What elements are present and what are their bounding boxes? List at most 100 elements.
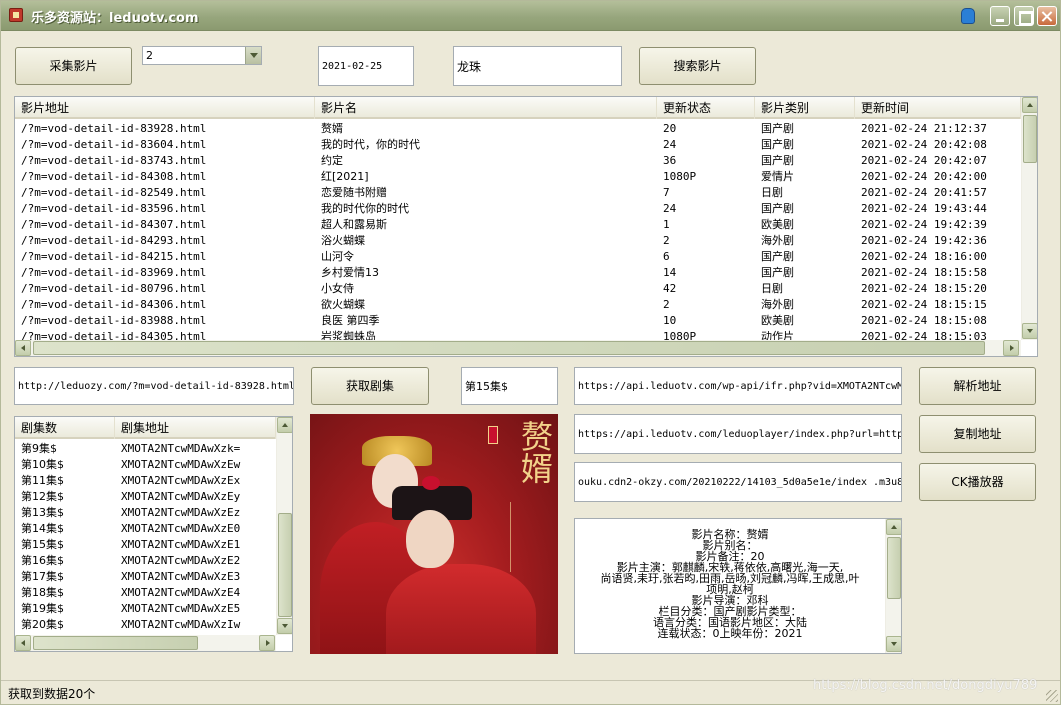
table-row[interactable]: /?m=vod-detail-id-83743.html 约定 36 国产剧 2021-… <box>15 153 1021 169</box>
m3u8-url-input[interactable]: ouku.cdn2-okzy.com/20210222/14103_5d0a5e… <box>574 462 902 502</box>
poster-figure-groom <box>386 564 536 654</box>
cell-status: 2 <box>663 234 670 247</box>
table-row[interactable]: /?m=vod-detail-id-84308.html 红[2021] 1080P… <box>15 169 1021 185</box>
list-item[interactable]: 第19集$ XMOTA2NTcwMDAwXzE5 <box>15 601 276 617</box>
scroll-thumb[interactable] <box>278 513 292 617</box>
pin-icon[interactable] <box>961 8 975 24</box>
list-item[interactable]: 第20集$ XMOTA2NTcwMDAwXzIw <box>15 617 276 633</box>
scroll-down-arrow-icon[interactable] <box>1022 323 1037 339</box>
cell-episode: 第12集$ <box>21 490 64 503</box>
info-vscroll[interactable] <box>885 519 901 653</box>
cell-episode-url: XMOTA2NTcwMDAwXzE5 <box>121 602 241 615</box>
cell-time: 2021-02-24 20:42:07 <box>861 154 987 167</box>
cell-url: /?m=vod-detail-id-83604.html <box>21 138 207 151</box>
column-header-episode-url[interactable]: 剧集地址 <box>115 417 276 439</box>
table-row[interactable]: /?m=vod-detail-id-83604.html 我的时代，你的时代 24 国… <box>15 137 1021 153</box>
cell-episode-url: XMOTA2NTcwMDAwXzEz <box>121 506 241 519</box>
movie-info-text: 影片名称：赘婿 影片别名： 影片备注：20 影片主演：郭麒麟,宋轶,蒋依依,高曙光,海… <box>575 529 885 639</box>
table-row[interactable]: /?m=vod-detail-id-84215.html 山河令 6 国产剧 2021-… <box>15 249 1021 265</box>
scroll-left-arrow-icon[interactable] <box>15 635 31 651</box>
date-input[interactable]: 2021-02-25 <box>318 46 414 86</box>
table-row[interactable]: /?m=vod-detail-id-84306.html 欲火蝴蝶 2 海外剧 2021… <box>15 297 1021 313</box>
list-item[interactable]: 第14集$ XMOTA2NTcwMDAwXzE0 <box>15 521 276 537</box>
search-input[interactable]: 龙珠 <box>453 46 622 86</box>
episode-list-vscroll[interactable] <box>276 417 292 635</box>
list-item[interactable]: 第16集$ XMOTA2NTcwMDAwXzE2 <box>15 553 276 569</box>
page-select[interactable]: 2 <box>142 46 262 65</box>
cell-status: 7 <box>663 186 670 199</box>
scroll-thumb[interactable] <box>33 341 985 355</box>
movie-info-box[interactable]: 影片名称：赘婿 影片别名： 影片备注：20 影片主演：郭麒麟,宋轶,蒋依依,高曙光,海… <box>574 518 902 654</box>
cell-episode-url: XMOTA2NTcwMDAwXzk= <box>121 442 241 455</box>
list-item[interactable]: 第17集$ XMOTA2NTcwMDAwXzE3 <box>15 569 276 585</box>
get-episodes-button[interactable]: 获取剧集 <box>311 367 429 405</box>
list-item[interactable]: 第13集$ XMOTA2NTcwMDAwXzEz <box>15 505 276 521</box>
copy-address-button[interactable]: 复制地址 <box>919 415 1036 453</box>
cell-url: /?m=vod-detail-id-80796.html <box>21 282 207 295</box>
maximize-button[interactable] <box>1014 6 1034 26</box>
column-header-status[interactable]: 更新状态 <box>657 97 755 119</box>
scroll-down-arrow-icon[interactable] <box>886 636 901 652</box>
table-row[interactable]: /?m=vod-detail-id-83969.html 乡村爱情13 14 国产剧 2… <box>15 265 1021 281</box>
episode-list[interactable]: 剧集数 剧集地址 第9集$ XMOTA2NTcwMDAwXzk= 第10集$ XMOT… <box>14 416 293 652</box>
column-header-category[interactable]: 影片类别 <box>755 97 855 119</box>
title-bar[interactable]: 乐多资源站：leduotv.com <box>1 1 1060 31</box>
poster-title: 赘婿 <box>516 420 554 484</box>
cell-status: 6 <box>663 250 670 263</box>
cell-name: 我的时代，你的时代 <box>321 138 420 151</box>
cell-name: 良医 第四季 <box>321 314 380 327</box>
table-row[interactable]: /?m=vod-detail-id-83596.html 我的时代你的时代 24 国产… <box>15 201 1021 217</box>
api-url-input-2[interactable]: https://api.leduotv.com/leduoplayer/inde… <box>574 414 902 454</box>
list-item[interactable]: 第11集$ XMOTA2NTcwMDAwXzEx <box>15 473 276 489</box>
movie-list-hscroll[interactable] <box>15 340 1021 356</box>
list-item[interactable]: 第12集$ XMOTA2NTcwMDAwXzEy <box>15 489 276 505</box>
scroll-right-arrow-icon[interactable] <box>1003 340 1019 356</box>
cell-name: 小女侍 <box>321 282 354 295</box>
scroll-up-arrow-icon[interactable] <box>886 519 901 535</box>
scroll-left-arrow-icon[interactable] <box>15 340 31 356</box>
table-row[interactable]: /?m=vod-detail-id-84307.html 超人和露易斯 1 欧美剧 20… <box>15 217 1021 233</box>
scroll-thumb[interactable] <box>33 636 198 650</box>
scroll-up-arrow-icon[interactable] <box>277 417 292 433</box>
cell-episode-url: XMOTA2NTcwMDAwXzIw <box>121 618 241 631</box>
table-row[interactable]: /?m=vod-detail-id-80796.html 小女侍 42 日剧 2021-… <box>15 281 1021 297</box>
detail-url-input[interactable]: http://leduozy.com/?m=vod-detail-id-8392… <box>14 367 294 405</box>
cell-episode-url: XMOTA2NTcwMDAwXzE0 <box>121 522 241 535</box>
close-button[interactable] <box>1037 6 1057 26</box>
parse-address-button[interactable]: 解析地址 <box>919 367 1036 405</box>
cell-time: 2021-02-24 19:42:36 <box>861 234 987 247</box>
cell-episode: 第9集$ <box>21 442 57 455</box>
search-movies-button[interactable]: 搜索影片 <box>639 47 756 85</box>
movie-list-vscroll[interactable] <box>1021 97 1037 340</box>
table-row[interactable]: /?m=vod-detail-id-83988.html 良医 第四季 10 欧美剧 2… <box>15 313 1021 329</box>
column-header-url[interactable]: 影片地址 <box>15 97 315 119</box>
scroll-right-arrow-icon[interactable] <box>259 635 275 651</box>
column-header-time[interactable]: 更新时间 <box>855 97 1021 119</box>
cell-url: /?m=vod-detail-id-84293.html <box>21 234 207 247</box>
list-item[interactable]: 第15集$ XMOTA2NTcwMDAwXzE1 <box>15 537 276 553</box>
column-header-name[interactable]: 影片名 <box>315 97 657 119</box>
scroll-down-arrow-icon[interactable] <box>277 618 292 634</box>
table-row[interactable]: /?m=vod-detail-id-82549.html 恋爱随书附赠 7 日剧 202… <box>15 185 1021 201</box>
list-item[interactable]: 第9集$ XMOTA2NTcwMDAwXzk= <box>15 441 276 457</box>
list-item[interactable]: 第18集$ XMOTA2NTcwMDAwXzE4 <box>15 585 276 601</box>
ck-player-button[interactable]: CK播放器 <box>919 463 1036 501</box>
movie-list-header: 影片地址 影片名 更新状态 影片类别 更新时间 <box>15 97 1021 119</box>
table-row[interactable]: /?m=vod-detail-id-83928.html 赘婿 20 国产剧 2021-… <box>15 121 1021 137</box>
scroll-thumb[interactable] <box>1023 115 1037 163</box>
poster-credits <box>510 502 530 572</box>
cell-status: 14 <box>663 266 677 279</box>
minimize-button[interactable] <box>990 6 1010 26</box>
column-header-episode[interactable]: 剧集数 <box>15 417 115 439</box>
collect-movies-button[interactable]: 采集影片 <box>15 47 132 85</box>
scroll-up-arrow-icon[interactable] <box>1022 97 1037 113</box>
resize-grip-icon[interactable] <box>1046 690 1058 702</box>
table-row[interactable]: /?m=vod-detail-id-84293.html 浴火蝴蝶 2 海外剧 2021… <box>15 233 1021 249</box>
episode-input[interactable]: 第15集$ <box>461 367 558 405</box>
chevron-down-icon[interactable] <box>245 47 261 64</box>
movie-list[interactable]: 影片地址 影片名 更新状态 影片类别 更新时间 /?m=vod-detail-i… <box>14 96 1038 357</box>
episode-list-hscroll[interactable] <box>15 635 276 651</box>
list-item[interactable]: 第10集$ XMOTA2NTcwMDAwXzEw <box>15 457 276 473</box>
scroll-thumb[interactable] <box>887 537 901 599</box>
api-url-input-1[interactable]: https://api.leduotv.com/wp-api/ifr.php?v… <box>574 367 902 405</box>
